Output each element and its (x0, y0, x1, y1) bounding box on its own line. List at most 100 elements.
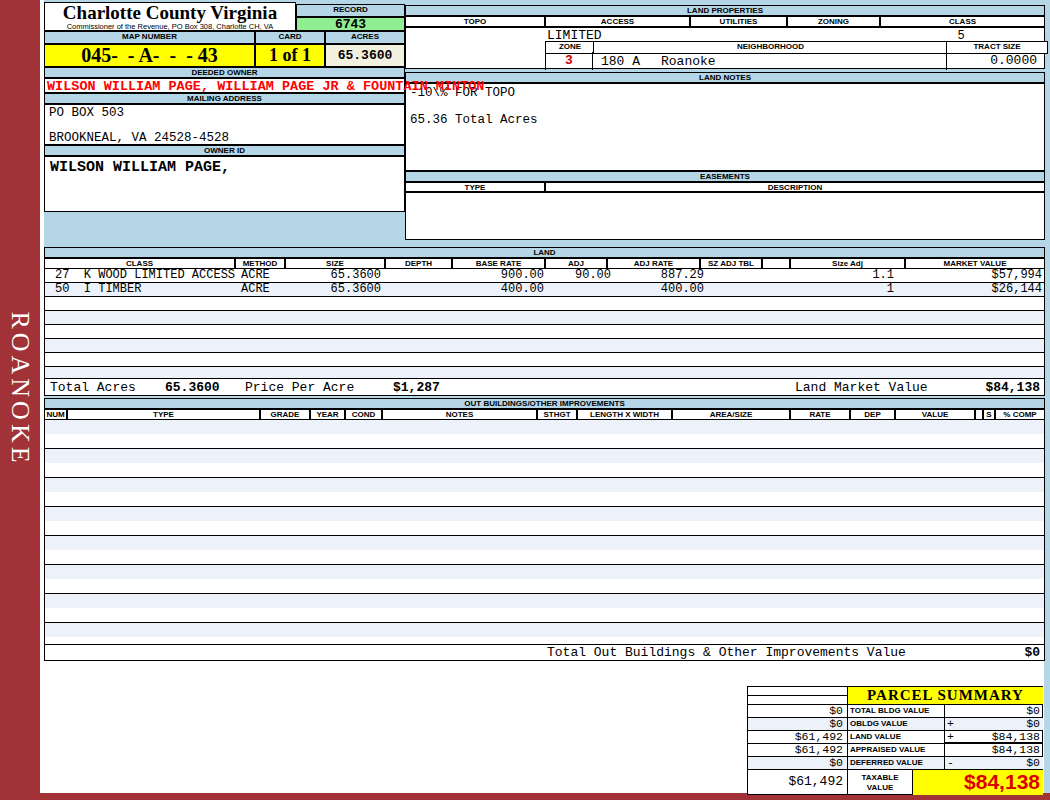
card-value: 1 of 1 (255, 44, 325, 67)
land-properties-col-utilities: UTILITIES (690, 16, 787, 27)
deeded-owner-value: WILSON WILLIAM PAGE, WILLIAM PAGE JR & F… (47, 79, 484, 94)
ob-col-num: NUM (44, 409, 67, 420)
easements-title: EASEMENTS (405, 171, 1045, 182)
ob-col-type: TYPE (67, 409, 260, 420)
ps-value: $0 (1026, 757, 1040, 769)
total-acres-value: 65.3600 (165, 379, 220, 396)
owner-id-value: WILSON WILLIAM PAGE, (50, 159, 230, 176)
land-row-market-value: $26,144 (906, 283, 1042, 296)
ps-taxable-label-2: VALUE (848, 783, 912, 793)
ob-col-sthgt: STHGT (537, 409, 577, 420)
neighborhood-code: 180 A (601, 54, 640, 69)
land-empty-rows (44, 297, 1045, 378)
county-header-box: Charlotte County Virginia Commissioner o… (44, 2, 296, 31)
ob-col-blank (975, 409, 983, 420)
commissioner-line: Commissioner of the Revenue, PO Box 308,… (45, 22, 295, 31)
ps-value: $84,138 (992, 731, 1040, 743)
price-per-acre-label: Price Per Acre (245, 379, 354, 396)
ob-col-year: YEAR (310, 409, 345, 420)
ob-col-cond: COND (345, 409, 382, 420)
county-title: Charlotte County Virginia (45, 3, 295, 22)
zone-value: 3 (546, 52, 592, 67)
ps-value: $0 (1026, 705, 1040, 717)
land-properties-body: LIMITED 5 ZONE NEIGHBORHOOD TRACT SIZE 3… (405, 27, 1045, 69)
owner-id-box: WILSON WILLIAM PAGE, (44, 156, 405, 212)
ob-col-lengthxwidth: LENGTH X WIDTH (577, 409, 672, 420)
mailing-line1: PO BOX 503 (49, 106, 124, 120)
ps-row: $0 TOTAL BLDG VALUE $0 (748, 705, 1043, 718)
land-row-class: 27 K WOOD LIMITED ACCESS (55, 269, 235, 282)
ps-taxable-left: $61,492 (748, 770, 848, 795)
ps-row: $61,492 APPRAISED VALUE $84,138 (748, 744, 1043, 757)
land-row-method: ACRE (241, 283, 270, 296)
ob-col-value: VALUE (895, 409, 975, 420)
ps-op: + (947, 718, 954, 730)
land-row-base-rate: 900.00 (453, 269, 544, 282)
ob-total-value: $0 (920, 645, 1040, 660)
land-notes-line2: 65.36 Total Acres (410, 113, 538, 127)
ps-taxable-row: $61,492 TAXABLE VALUE $84,138 (748, 770, 1043, 795)
land-market-value-value: $84,138 (920, 379, 1040, 396)
land-properties-title: LAND PROPERTIES (405, 5, 1045, 16)
mailing-address-box: PO BOX 503 BROOKNEAL, VA 24528-4528 (44, 104, 405, 145)
land-col-sz-adj-tbl: SZ ADJ TBL (700, 258, 762, 269)
land-row-size-adj: 1 (794, 283, 894, 296)
easements-col-type: TYPE (405, 182, 545, 192)
land-row-1: 27 K WOOD LIMITED ACCESS ACRE 65.3600 90… (44, 269, 1045, 283)
land-properties-col-class: CLASS (880, 16, 1045, 27)
neighborhood-label: NEIGHBORHOOD (593, 41, 948, 54)
sidebar-district-label: ROANOKE (5, 302, 35, 476)
land-row-market-value: $57,994 (906, 269, 1042, 282)
ps-label: APPRAISED VALUE (848, 744, 945, 757)
parcel-summary-title: PARCEL SUMMARY (848, 687, 1043, 705)
mailing-line2: BROOKNEAL, VA 24528-4528 (49, 131, 229, 145)
land-row-method: ACRE (241, 269, 270, 282)
ps-taxable-label-1: TAXABLE (848, 773, 912, 783)
land-market-value-label: Land Market Value (795, 379, 928, 396)
ps-row: $0 DEFERRED VALUE - $0 (748, 757, 1043, 770)
price-per-acre-value: $1,287 (393, 379, 440, 396)
ps-taxable-value: $84,138 (913, 770, 1043, 795)
record-value: 6743 (296, 17, 405, 31)
land-properties-col-access: ACCESS (545, 16, 690, 27)
land-row-class: 50 I TIMBER (55, 283, 141, 296)
land-row-adj: 90.00 (548, 269, 611, 282)
ob-col-dep: DEP (850, 409, 895, 420)
ob-total-label: Total Out Buildings & Other Improvements… (547, 645, 906, 660)
land-notes-title: LAND NOTES (405, 72, 1045, 83)
land-row-adj-rate: 400.00 (611, 283, 704, 296)
ps-value: $84,138 (992, 744, 1040, 756)
card-label: CARD (255, 31, 325, 44)
ob-col-comp: % COMP (995, 409, 1045, 420)
mailing-address-label: MAILING ADDRESS (44, 93, 405, 104)
acres-value: 65.3600 (325, 44, 405, 67)
ps-header-left-cell (748, 687, 848, 705)
ps-value-cell: - $0 (945, 757, 1043, 770)
ps-op: - (947, 757, 954, 769)
land-totals-row: Total Acres 65.3600 Price Per Acre $1,28… (44, 378, 1045, 396)
owner-id-label: OWNER ID (44, 145, 405, 156)
ob-empty-rows (44, 420, 1045, 644)
land-properties-col-topo: TOPO (405, 16, 545, 27)
acres-label: ACRES (325, 31, 405, 44)
easements-box (405, 192, 1045, 240)
land-row-size-adj: 1.1 (794, 269, 894, 282)
ob-total-row: Total Out Buildings & Other Improvements… (44, 644, 1045, 661)
ob-col-areasize: AREA/SIZE (672, 409, 790, 420)
land-col-depth: DEPTH (385, 258, 452, 269)
land-title: LAND (44, 247, 1045, 258)
ps-label: OBLDG VALUE (848, 718, 945, 731)
tract-size-cell: 0.0000 (946, 52, 1045, 70)
deeded-owner-label: DEEDED OWNER (44, 67, 405, 78)
ob-col-s: S (983, 409, 995, 420)
parcel-summary: PARCEL SUMMARY $0 TOTAL BLDG VALUE $0 $0… (747, 686, 1043, 795)
tract-size-value: 0.0000 (947, 52, 1045, 67)
sidebar: ROANOKE (0, 0, 40, 800)
ps-value: $0 (1026, 718, 1040, 730)
land-notes-box: -10\% FOR TOPO 65.36 Total Acres (405, 83, 1045, 171)
land-row-base-rate: 400.00 (453, 283, 544, 296)
land-row-size: 65.3600 (286, 269, 381, 282)
ps-taxable-label: TAXABLE VALUE (848, 770, 913, 795)
neighborhood-name: Roanoke (661, 54, 716, 69)
ob-col-notes: NOTES (382, 409, 537, 420)
